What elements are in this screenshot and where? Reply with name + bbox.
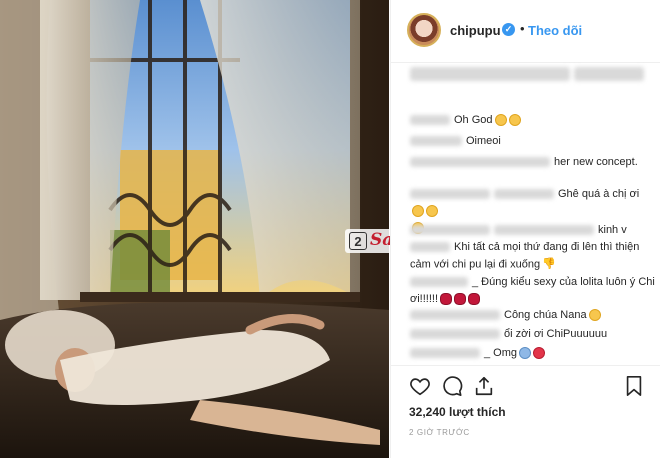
heart-eyes-icon (508, 114, 521, 127)
comment-text: her new concept. (554, 156, 638, 168)
like-count[interactable]: 32,240 lượt thích (409, 405, 506, 419)
comment-icon[interactable] (441, 375, 463, 397)
grin-icon (426, 205, 438, 218)
share-icon[interactable] (473, 375, 495, 397)
verified-badge-icon: ✓ (502, 23, 515, 36)
grin-icon (412, 205, 424, 218)
thumbs-down-icon: 👎 (542, 258, 556, 270)
comment-text: Ghê quá à chị ơi (558, 188, 640, 200)
comment-text: ổi zời ơi ChiPuuuuuu (504, 328, 608, 340)
post-header: chipupu ✓ • Theo dõi (391, 0, 660, 63)
smile-icon (588, 309, 601, 322)
list-item: kinh v (410, 222, 627, 239)
comment-text: kinh v (598, 224, 627, 236)
username-link[interactable]: chipupu (450, 23, 501, 38)
list-item: Oh God (410, 112, 521, 129)
list-item: Oimeoi (410, 133, 501, 150)
comments-list: Oh God Oimeoi her new concept. Ghê quá à… (391, 62, 660, 362)
watermark-badge: 2 (349, 232, 367, 250)
list-item: _ Omg (410, 345, 546, 362)
comment-text: Công chúa Nana (504, 309, 587, 321)
list-item: _ Đúng kiểu sexy của lolita luôn ý Chi ơ… (410, 274, 655, 308)
lips-icon (468, 293, 480, 306)
heart-outline-icon[interactable] (409, 375, 431, 397)
scared-icon (519, 347, 532, 360)
separator-dot: • (520, 21, 525, 36)
face-icon (494, 114, 507, 127)
follow-button[interactable]: Theo dõi (528, 23, 582, 38)
lips-icon (454, 293, 466, 306)
list-item: ổi zời ơi ChiPuuuuuu (410, 326, 607, 343)
post-actions (391, 365, 660, 406)
comment-text: Oimeoi (466, 135, 501, 147)
comment-text: _ Omg (484, 347, 518, 359)
lips-icon (440, 293, 452, 306)
instagram-post: 2 Sao chipupu ✓ • Theo dõi Oh God Oimeoi… (0, 0, 660, 458)
photo-scene (0, 0, 389, 458)
list-item: her new concept. (410, 154, 640, 171)
post-sidebar: chipupu ✓ • Theo dõi Oh God Oimeoi her n… (390, 0, 660, 458)
list-item: Công chúa Nana (410, 307, 601, 324)
post-timestamp[interactable]: 2 GIỜ TRƯỚC (409, 428, 470, 437)
avatar[interactable] (407, 13, 441, 47)
bookmark-icon[interactable] (623, 375, 645, 397)
heart-icon (533, 347, 546, 360)
post-photo[interactable] (0, 0, 389, 458)
comment-text: Oh God (454, 114, 493, 126)
list-item (410, 66, 648, 83)
list-item: Khi tất cả mọi thứ đang đi lên thì thiện… (410, 239, 655, 273)
